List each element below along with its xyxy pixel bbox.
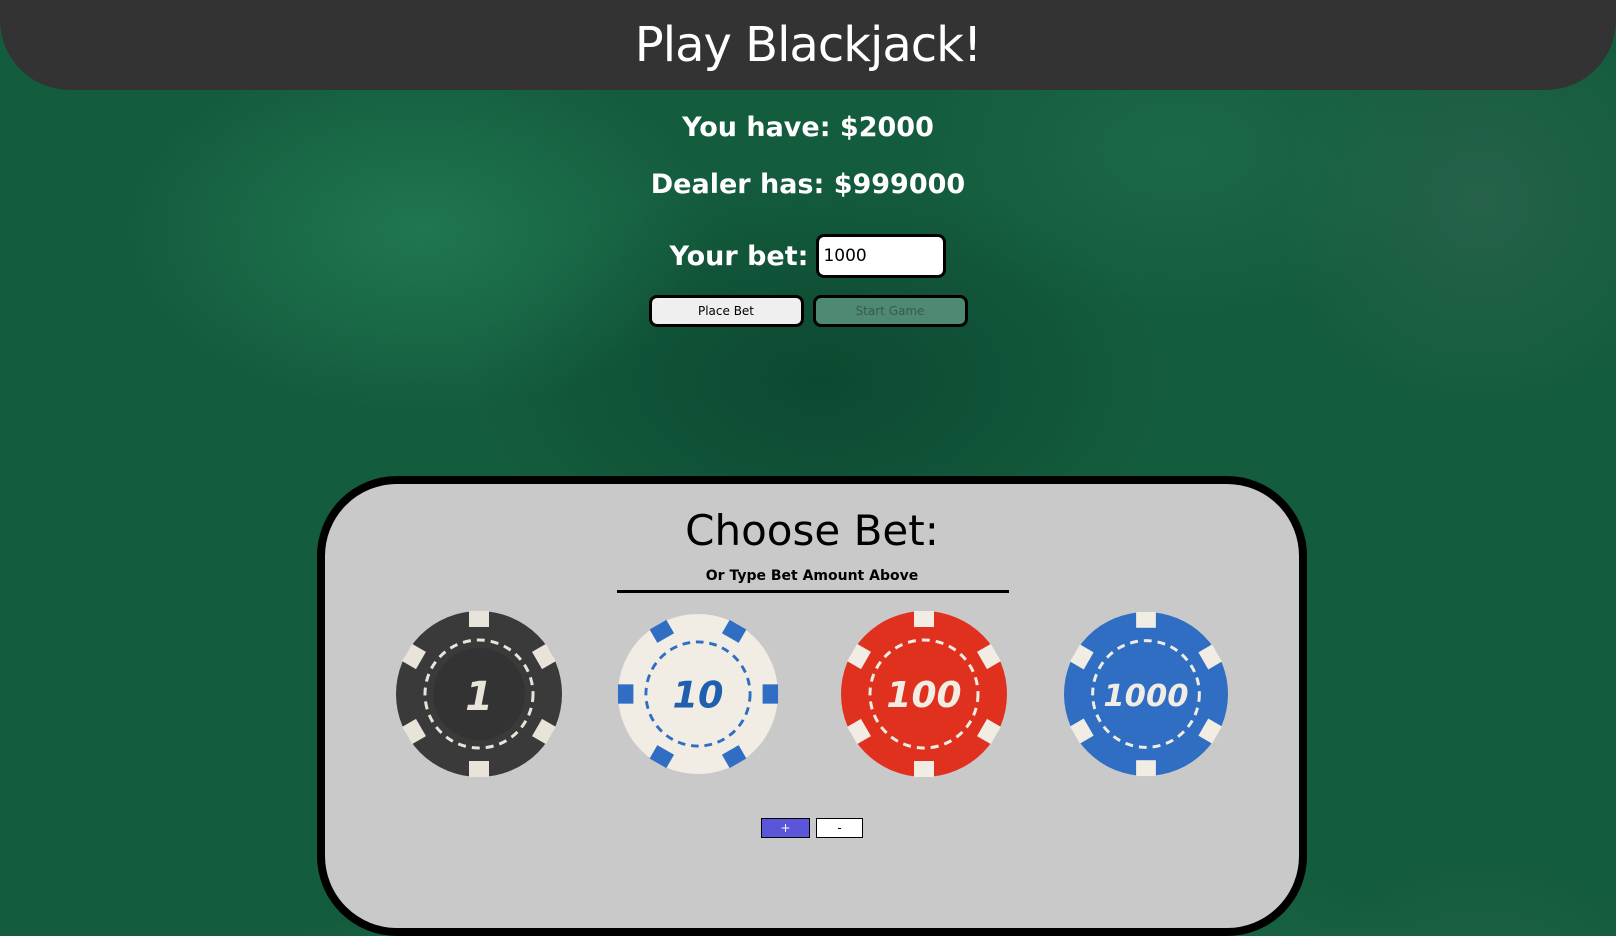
page-title: Play Blackjack! — [634, 17, 982, 73]
chip-1000-label: 1000 — [1103, 679, 1188, 714]
chip-1000-button[interactable]: 1000 — [1063, 610, 1229, 778]
bet-row: Your bet: — [0, 234, 1616, 278]
chip-1-label: 1 — [465, 674, 493, 720]
header-bar: Play Blackjack! — [0, 0, 1616, 90]
title-divider — [617, 590, 1009, 593]
player-balance: You have: $2000 — [682, 112, 934, 143]
choose-bet-panel: Choose Bet: Or Type Bet Amount Above 1 1… — [317, 476, 1307, 936]
increase-bet-button[interactable]: + — [761, 818, 810, 838]
dealer-balance: Dealer has: $999000 — [650, 169, 966, 200]
action-buttons: Place Bet Start Game — [0, 295, 1616, 327]
chip-100-label: 100 — [886, 675, 961, 716]
decrease-bet-button[interactable]: - — [816, 818, 863, 838]
choose-bet-subtitle: Or Type Bet Amount Above — [705, 568, 919, 584]
chip-10-label: 10 — [673, 674, 724, 717]
start-game-button[interactable]: Start Game — [812, 295, 968, 327]
chip-1-button[interactable]: 1 — [395, 610, 563, 778]
adjust-buttons: + - — [325, 818, 1299, 838]
place-bet-button[interactable]: Place Bet — [648, 295, 804, 327]
bet-amount-input[interactable] — [816, 234, 947, 278]
chip-100-button[interactable]: 100 — [840, 610, 1008, 778]
chip-10-button[interactable]: 10 — [617, 610, 779, 778]
bet-label: Your bet: — [669, 240, 809, 272]
choose-bet-title: Choose Bet: — [685, 506, 939, 555]
